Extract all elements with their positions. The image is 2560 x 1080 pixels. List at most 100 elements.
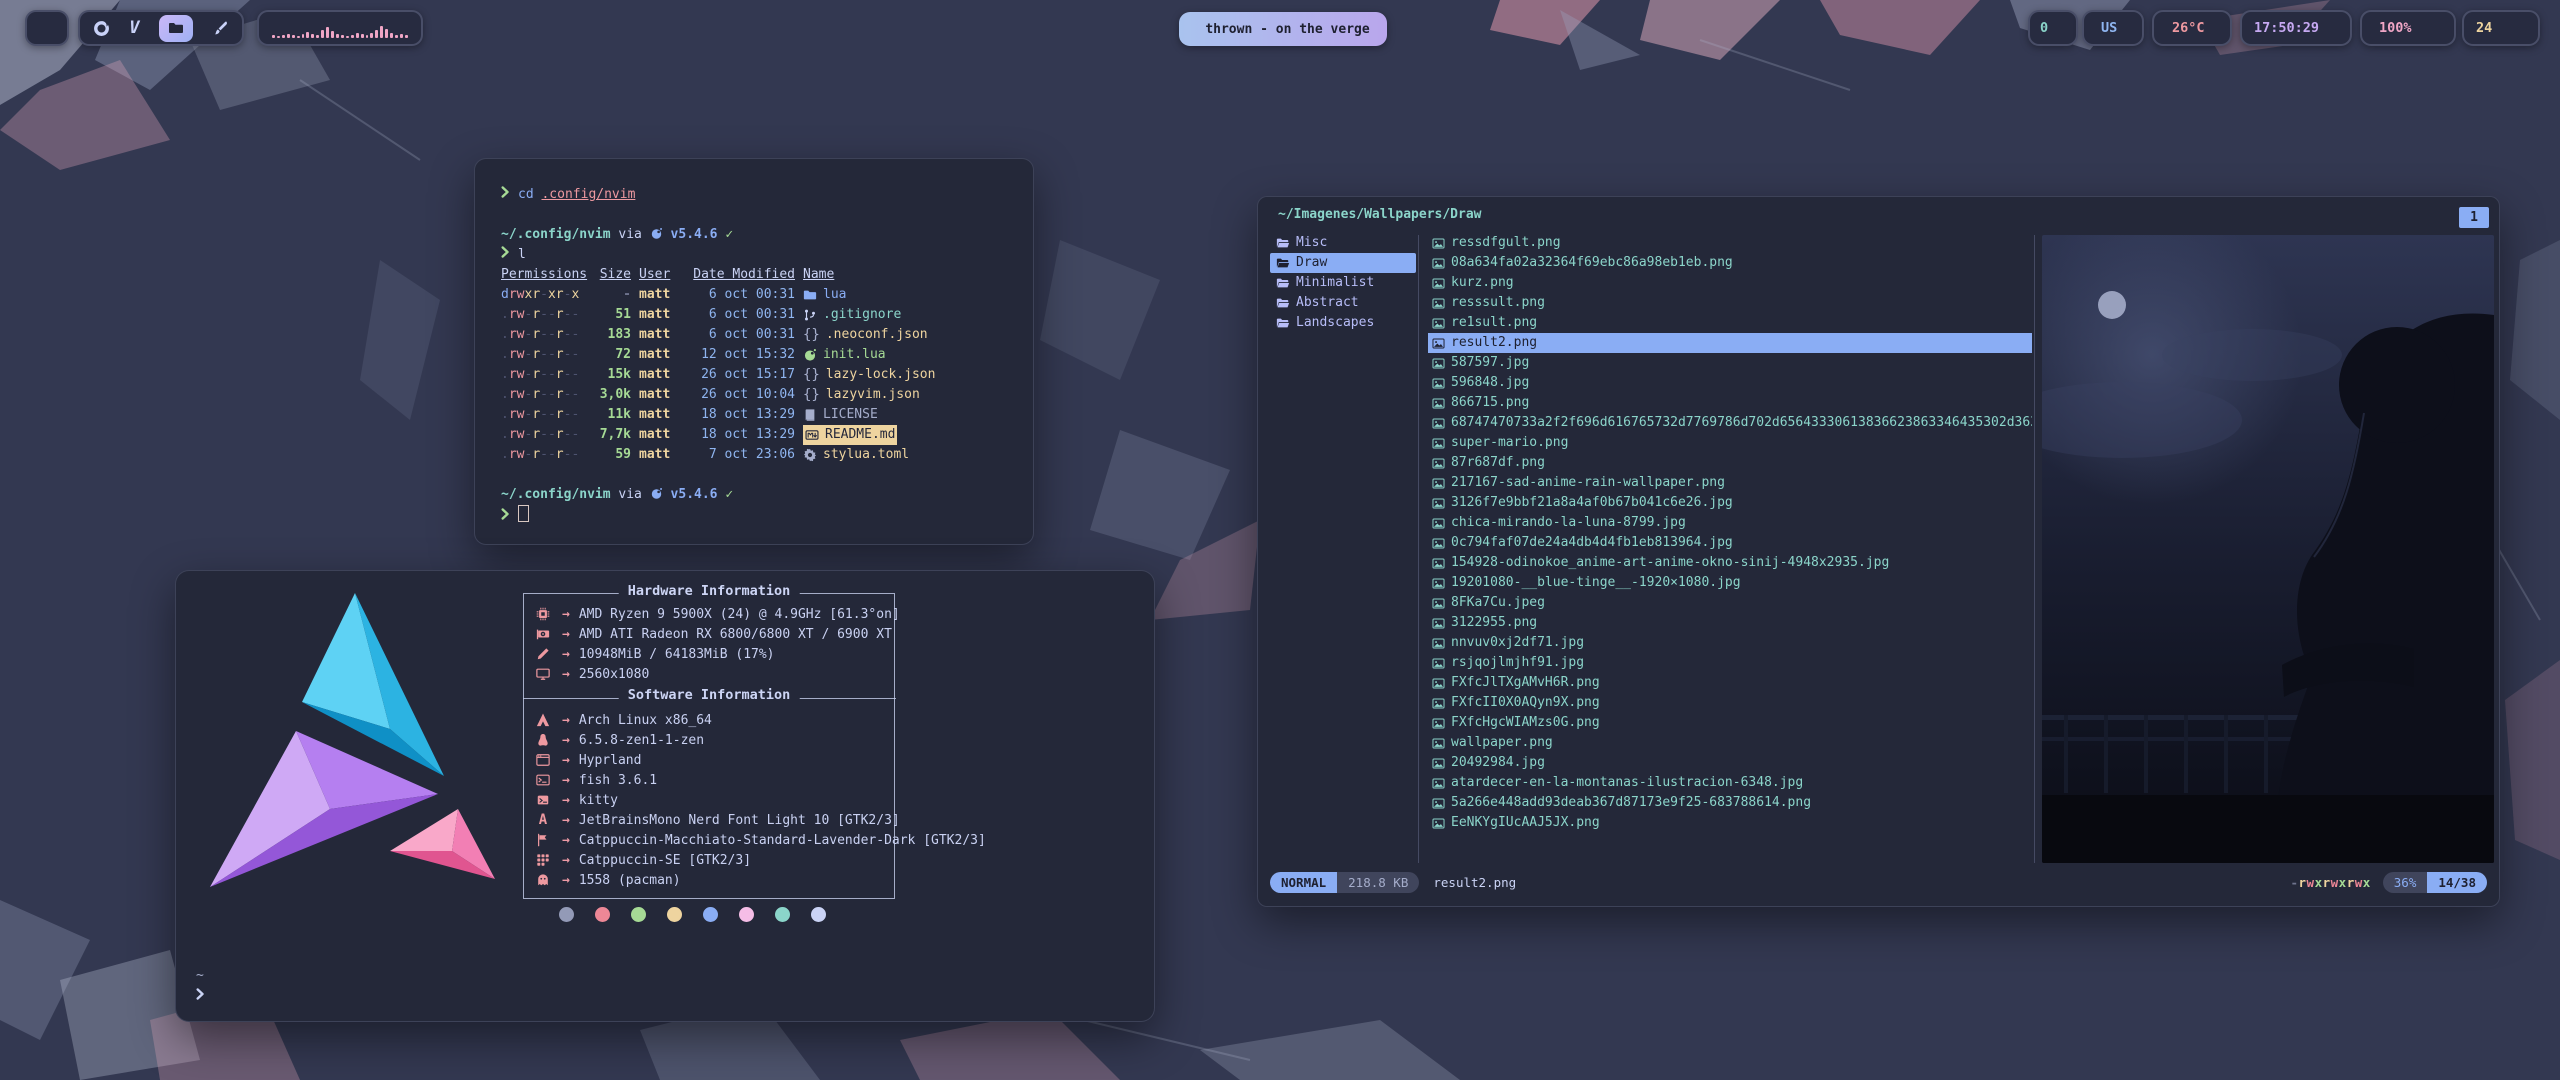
paintbrush-icon[interactable] [212,20,229,37]
file-item[interactable]: ressdfgult.png [1428,233,2032,253]
folder-open-icon [1276,256,1290,270]
file-item[interactable]: 3122955.png [1428,613,2032,633]
font-icon: A [532,812,554,828]
prompt-chevron-icon [501,186,510,198]
graph-bar [375,30,378,38]
updates-widget[interactable]: 0 [2028,10,2078,46]
file-item[interactable]: FXfcHgcWIAMzs0G.png [1428,713,2032,733]
gear-icon [803,448,817,462]
graph-bar [400,34,403,38]
palette-dot [775,907,790,922]
file-item[interactable]: 154928-odinokoe_anime-art-anime-okno-sin… [1428,553,2032,573]
graph-bar [282,35,285,38]
directory-item[interactable]: Abstract [1270,293,1416,313]
file-listing-row: .rw-r--r--59matt7 oct 23:06stylua.toml [501,445,1033,465]
display-icon [532,667,554,681]
app-launcher-button[interactable] [25,10,69,46]
file-item[interactable]: 87r687df.png [1428,453,2032,473]
terminal-icon [532,793,554,807]
graph-bar [306,32,309,38]
listing-header-row: PermissionsSizeUserDate ModifiedName [501,265,1033,285]
lua-icon [803,348,817,362]
file-item[interactable]: kurz.png [1428,273,2032,293]
directory-item[interactable]: Minimalist [1270,273,1416,293]
file-item[interactable]: 596848.jpg [1428,373,2032,393]
graph-bar [287,34,290,38]
workspace-switcher[interactable]: V [78,10,244,46]
fetch-info-box: Hardware Information →AMD Ryzen 9 5900X … [523,593,895,899]
file-manager-window[interactable]: ~/Imagenes/Wallpapers/Draw 1 MiscDrawMin… [1257,196,2500,907]
file-item[interactable]: 866715.png [1428,393,2032,413]
notifications-widget[interactable]: 24 [2462,10,2540,46]
system-graph-widget[interactable] [257,10,423,46]
image-file-icon [1432,297,1445,310]
keyboard-layout-widget[interactable]: US [2082,10,2144,46]
file-item[interactable]: 68747470733a2f2f696d616765732d7769786d70… [1428,413,2032,433]
file-item[interactable]: re1sult.png [1428,313,2032,333]
file-item[interactable]: FXfcII0X0AQyn9X.png [1428,693,2032,713]
firefox-icon[interactable] [93,20,110,37]
file-item[interactable]: 5a266e448add93deab367d87173e9f25-6837886… [1428,793,2032,813]
gpu-icon [532,627,554,641]
file-item[interactable]: 0c794faf07de24a4db4d4fb1eb813964.jpg [1428,533,2032,553]
folder-open-icon [1276,316,1290,330]
fetch-shell-prompt[interactable]: ~ [196,965,213,1007]
file-item[interactable]: 3126f7e9bbf21a8a4af0b67b041c6e26.jpg [1428,493,2032,513]
file-item[interactable]: super-mario.png [1428,433,2032,453]
image-file-icon [1432,457,1445,470]
tab-badge[interactable]: 1 [2459,207,2489,228]
directory-item[interactable]: Misc [1270,233,1416,253]
cpu-icon [532,607,554,621]
vim-icon[interactable]: V [129,18,139,38]
image-file-icon [1432,717,1445,730]
audio-widget[interactable]: 100% [2360,10,2456,46]
graph-bar [331,31,334,38]
fetch-info-row: →Hyprland [532,750,986,770]
fetch-info-row: →AMD Ryzen 9 5900X (24) @ 4.9GHz [61.3°o… [532,604,900,624]
file-item[interactable]: rsjqojlmjhf91.jpg [1428,653,2032,673]
file-item[interactable]: EeNKYgIUcAAJ5JX.png [1428,813,2032,833]
now-playing-widget[interactable]: thrown - on the verge [1179,12,1387,46]
file-item[interactable]: 20492984.jpg [1428,753,2032,773]
image-file-icon [1432,537,1445,550]
terminal-cursor [518,505,529,522]
terminal-input-line[interactable] [501,505,1033,525]
arrow-icon: → [562,733,570,748]
clock-widget[interactable]: 17:50:29 [2240,10,2352,46]
weather-widget[interactable]: 26°C [2152,10,2232,46]
graph-bars [272,18,408,38]
file-item[interactable]: 8FKa7Cu.jpeg [1428,593,2032,613]
window-icon [532,753,554,767]
directory-item[interactable]: Draw [1270,253,1416,273]
theme-icon [532,833,554,847]
arrow-icon: → [562,873,570,888]
scroll-percent-badge: 36% [2383,872,2428,893]
file-item[interactable]: 08a634fa02a32364f69ebc86a98eb1eb.png [1428,253,2032,273]
arrow-icon: → [562,833,570,848]
file-listing-row: .rw-r--r--15kmatt26 oct 15:17{}lazy-lock… [501,365,1033,385]
graph-bar [395,35,398,38]
preview-image [2042,235,2494,863]
palette-dot [559,907,574,922]
file-item[interactable]: 19201080-__blue-tinge__-1920×1080.jpg [1428,573,2032,593]
arch-crystal-logo [190,579,530,919]
file-item[interactable]: atardecer-en-la-montanas-ilustracion-634… [1428,773,2032,793]
file-item[interactable]: 217167-sad-anime-rain-wallpaper.png [1428,473,2032,493]
graph-bar [346,36,349,38]
file-item[interactable]: chica-mirando-la-luna-8799.jpg [1428,513,2032,533]
directory-item[interactable]: Landscapes [1270,313,1416,333]
graph-bar [405,35,408,38]
terminal-window[interactable]: cd .config/nvim ~/.config/nvim via v5.4.… [474,158,1034,545]
file-item[interactable]: result2.png [1428,333,2032,353]
fetch-window[interactable]: Hardware Information →AMD Ryzen 9 5900X … [175,570,1155,1022]
image-file-icon [1432,357,1445,370]
file-item[interactable]: resssult.png [1428,293,2032,313]
file-item[interactable]: 587597.jpg [1428,353,2032,373]
file-item[interactable]: FXfcJlTXgAMvH6R.png [1428,673,2032,693]
file-item[interactable]: nnvuv0xj2df71.jpg [1428,633,2032,653]
graph-bar [341,35,344,38]
lua-icon [650,227,663,242]
file-item[interactable]: wallpaper.png [1428,733,2032,753]
folder-icon[interactable] [159,15,193,42]
palette-dot [703,907,718,922]
